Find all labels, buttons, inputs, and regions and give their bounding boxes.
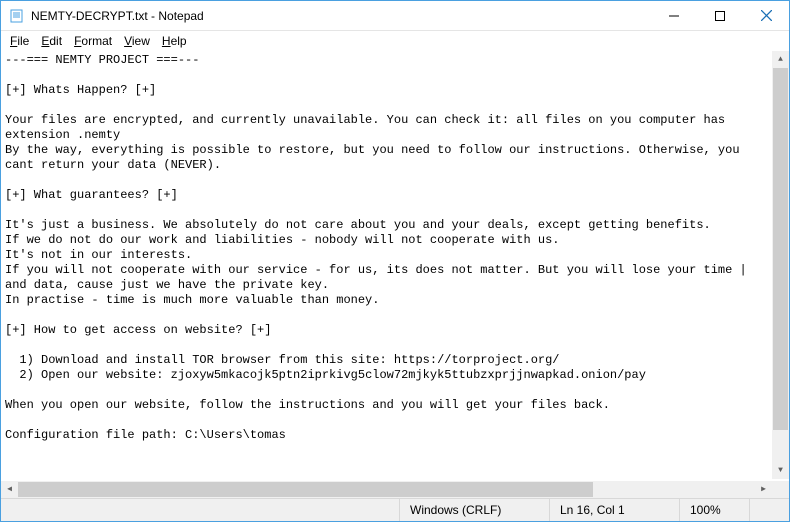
scroll-track-h[interactable] [18, 481, 755, 498]
menu-help[interactable]: Help [157, 33, 192, 49]
window-controls [651, 1, 789, 30]
editor-area[interactable]: ---=== NEMTY PROJECT ===--- [+] Whats Ha… [1, 51, 789, 498]
scroll-thumb-h[interactable] [18, 482, 593, 497]
close-button[interactable] [743, 1, 789, 30]
document-text[interactable]: ---=== NEMTY PROJECT ===--- [+] Whats Ha… [5, 53, 770, 479]
status-zoom: 100% [679, 499, 749, 521]
scroll-track-v[interactable] [772, 68, 789, 462]
scroll-left-icon[interactable]: ◀ [1, 481, 18, 498]
scroll-down-icon[interactable]: ▼ [772, 462, 789, 479]
minimize-button[interactable] [651, 1, 697, 30]
menu-edit[interactable]: Edit [36, 33, 67, 49]
vertical-scrollbar[interactable]: ▲ ▼ [772, 51, 789, 479]
status-cursor: Ln 16, Col 1 [549, 499, 679, 521]
scrollbar-corner [772, 481, 789, 498]
scroll-right-icon[interactable]: ▶ [755, 481, 772, 498]
status-extra [749, 499, 789, 521]
scroll-up-icon[interactable]: ▲ [772, 51, 789, 68]
menubar: File Edit Format View Help [1, 31, 789, 51]
window-title: NEMTY-DECRYPT.txt - Notepad [31, 9, 204, 23]
titlebar[interactable]: NEMTY-DECRYPT.txt - Notepad [1, 1, 789, 31]
menu-file[interactable]: File [5, 33, 34, 49]
status-encoding: Windows (CRLF) [399, 499, 549, 521]
scroll-thumb-v[interactable] [773, 68, 788, 430]
notepad-window: NEMTY-DECRYPT.txt - Notepad File Edit Fo… [0, 0, 790, 522]
app-icon [9, 8, 25, 24]
horizontal-scrollbar[interactable]: ◀ ▶ [1, 481, 772, 498]
maximize-button[interactable] [697, 1, 743, 30]
menu-view[interactable]: View [119, 33, 155, 49]
menu-format[interactable]: Format [69, 33, 117, 49]
statusbar: Windows (CRLF) Ln 16, Col 1 100% [1, 498, 789, 521]
